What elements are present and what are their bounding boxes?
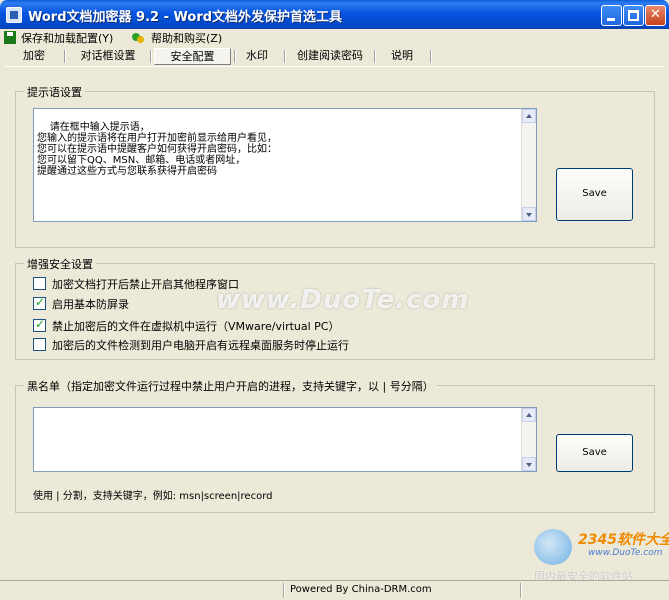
tab-separator — [284, 50, 286, 63]
tab-instructions[interactable]: 说明 — [380, 48, 424, 65]
close-button[interactable]: ✕ — [645, 5, 666, 26]
security-settings-title: 增强安全设置 — [24, 256, 96, 272]
checkbox-stop-on-remote-desktop[interactable] — [33, 338, 46, 351]
status-bar: Powered By China-DRM.com — [0, 580, 669, 600]
tab-separator — [430, 50, 432, 63]
tab-dialog-settings[interactable]: 对话框设置 — [72, 48, 144, 65]
prompt-text: 请在框中输入提示语， 您输入的提示语将在用户打开加密前显示给用户看见， 您可以在… — [37, 122, 277, 177]
checkbox-block-virtual-machine[interactable] — [33, 317, 46, 332]
blacklist-hint: 使用 | 分割，支持关键字，例如: msn|screen|record — [33, 491, 273, 502]
scroll-down-icon[interactable] — [522, 207, 536, 221]
tab-separator — [374, 50, 376, 63]
save-disk-icon — [4, 31, 16, 44]
blacklist-scrollbar[interactable] — [521, 408, 536, 471]
help-buy-icon — [132, 31, 145, 44]
maximize-button[interactable] — [623, 5, 644, 26]
blacklist-title: 黑名单（指定加密文件运行过程中禁止用户开启的进程，支持关键字，以 | 号分隔） — [24, 378, 437, 394]
option-block-other-windows[interactable]: 加密文档打开后禁止开启其他程序窗口 — [33, 276, 239, 291]
logo-url: www.DuoTe.com — [588, 548, 663, 558]
site-watermark: www.DuoTe.com — [216, 285, 470, 315]
menu-bar: 保存和加载配置(Y) 帮助和购买(Z) — [0, 29, 669, 46]
tab-strip: 加密 对话框设置 安全配置 水印 创建阅读密码 说明 — [0, 47, 669, 66]
option-anti-screen-record[interactable]: 启用基本防屏录 — [33, 295, 129, 311]
menu-help-buy[interactable]: 帮助和购买(Z) — [132, 30, 222, 45]
option-label: 启用基本防屏录 — [52, 297, 129, 311]
scroll-up-icon[interactable] — [522, 408, 536, 422]
prompt-scrollbar[interactable] — [521, 109, 536, 221]
menu-save-load-label: 保存和加载配置(Y) — [21, 31, 114, 45]
blacklist-textarea[interactable] — [33, 407, 537, 472]
checkbox-block-other-windows[interactable] — [33, 277, 46, 290]
app-icon — [6, 7, 22, 23]
site-logo: 2345软件大全 www.DuoTe.com 国内最安全的软件站 — [526, 527, 669, 583]
blacklist-save-button[interactable]: Save — [556, 434, 633, 472]
maximize-icon — [628, 10, 639, 21]
status-separator — [520, 583, 522, 598]
scroll-up-icon[interactable] — [522, 109, 536, 123]
option-label: 禁止加密后的文件在虚拟机中运行（VMware/virtual PC） — [52, 319, 340, 333]
tab-security-config[interactable]: 安全配置 — [154, 48, 231, 65]
minimize-button[interactable] — [601, 5, 622, 26]
window-title: Word文档加密器 9.2 - Word文档外发保护首选工具 — [28, 10, 343, 25]
menu-save-load-config[interactable]: 保存和加载配置(Y) — [4, 30, 113, 45]
option-label: 加密后的文件检测到用户电脑开启有远程桌面服务时停止运行 — [52, 338, 349, 352]
tab-separator — [150, 50, 152, 63]
status-separator — [283, 583, 285, 598]
menu-help-buy-label: 帮助和购买(Z) — [151, 31, 223, 45]
logo-brand: 2345软件大全 — [578, 532, 669, 548]
tab-encrypt[interactable]: 加密 — [14, 48, 54, 65]
status-text: Powered By China-DRM.com — [290, 584, 432, 595]
prompt-save-button[interactable]: Save — [556, 168, 633, 221]
tab-watermark[interactable]: 水印 — [238, 48, 276, 65]
option-label: 加密文档打开后禁止开启其他程序窗口 — [52, 277, 239, 291]
tab-create-read-password[interactable]: 创建阅读密码 — [290, 48, 370, 65]
option-block-virtual-machine[interactable]: 禁止加密后的文件在虚拟机中运行（VMware/virtual PC） — [33, 317, 340, 333]
security-config-panel: 提示语设置 请在框中输入提示语， 您输入的提示语将在用户打开加密前显示给用户看见… — [5, 66, 664, 577]
checkbox-anti-screen-record[interactable] — [33, 295, 46, 310]
tab-separator — [234, 50, 236, 63]
tab-separator — [64, 50, 66, 63]
scroll-down-icon[interactable] — [522, 457, 536, 471]
title-bar[interactable]: Word文档加密器 9.2 - Word文档外发保护首选工具 ✕ — [0, 0, 669, 29]
prompt-settings-title: 提示语设置 — [24, 84, 85, 100]
option-stop-on-remote-desktop[interactable]: 加密后的文件检测到用户电脑开启有远程桌面服务时停止运行 — [33, 337, 349, 352]
prompt-textarea[interactable]: 请在框中输入提示语， 您输入的提示语将在用户打开加密前显示给用户看见， 您可以在… — [33, 108, 537, 222]
mascot-icon — [534, 529, 572, 565]
minimize-icon — [607, 18, 615, 21]
